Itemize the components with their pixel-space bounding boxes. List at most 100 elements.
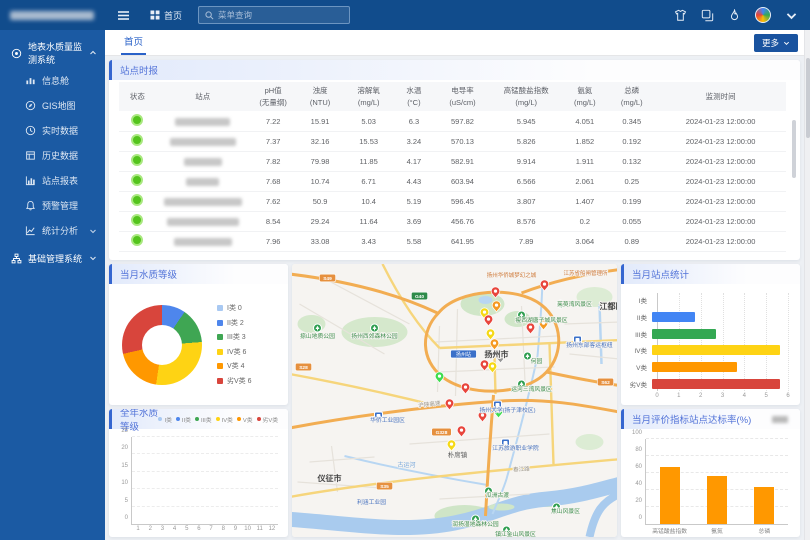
station-name-redacted	[184, 158, 222, 166]
layout-screens-icon[interactable]	[701, 9, 714, 22]
table-cell: 6.3	[394, 111, 434, 131]
chevron-down-icon	[89, 227, 97, 235]
legend-item[interactable]: IV类 6	[217, 347, 252, 357]
sidebar-item-历史数据[interactable]: 历史数据	[0, 143, 105, 168]
table-cell: 7.96	[250, 231, 297, 251]
compliance-corner-redacted	[772, 416, 788, 423]
sidebar-item-站点报表[interactable]: 站点报表	[0, 168, 105, 193]
map-label: 江都区	[600, 301, 618, 311]
topbar-actions	[674, 7, 798, 23]
sidebar-item-实时数据[interactable]: 实时数据	[0, 118, 105, 143]
app-root: 地表水质量监测系统信息舱 GIS地图实时数据历史数据站点报表预警管理统计分析基础管…	[0, 0, 810, 540]
legend-item[interactable]: III类 3	[217, 332, 252, 342]
status-dot	[131, 174, 143, 186]
table-scrollbar-thumb[interactable]	[792, 120, 796, 178]
map-label: 扬州大学(扬子津校区)	[479, 406, 535, 414]
right-column: 当月站点统计 0123456I类II类III类IV类V类劣V类 当月评价指标站点…	[621, 264, 800, 537]
user-avatar[interactable]	[755, 7, 771, 23]
main-pane: 首页	[105, 0, 810, 540]
legend-item[interactable]: 劣V类 6	[217, 376, 252, 386]
chevron-down-icon	[783, 40, 790, 47]
sidebar-group-label: 地表水质量监测系统	[28, 40, 89, 66]
search-input[interactable]	[218, 10, 343, 20]
sidebar-item-预警管理[interactable]: 预警管理	[0, 193, 105, 218]
legend-item[interactable]: V类	[237, 415, 253, 424]
table-cell: 5.945	[491, 111, 561, 131]
sidebar-item-信息舱[interactable]: 信息舱	[0, 68, 105, 93]
column-header-监测时间: 监测时间	[655, 82, 786, 111]
table-cell: 3.24	[394, 131, 434, 151]
table-cell: 603.94	[434, 171, 491, 191]
table-cell: 7.82	[250, 151, 297, 171]
sidebar-item-GIS地图[interactable]: GIS地图	[0, 93, 105, 118]
map-label: 润扬湿地森林公园	[452, 520, 499, 528]
app-logo-redacted	[10, 11, 94, 20]
table-cell: 8.576	[491, 211, 561, 231]
legend-item[interactable]: I类	[158, 415, 171, 424]
monthly-quality-donut: I类 0 II类 2 III类 3 IV类 6 V类 4 劣V类 6	[109, 284, 288, 405]
table-cell: 79.98	[297, 151, 344, 171]
nav-home[interactable]: 首页	[150, 9, 182, 22]
table-cell: 0.132	[608, 151, 655, 171]
hbar-row-I类: I类	[625, 293, 788, 307]
road-badge-G40: G40	[411, 292, 427, 300]
theme-shirt-icon[interactable]	[674, 9, 687, 22]
compliance-title: 当月评价指标站点达标率(%)	[632, 412, 751, 426]
hamburger-icon[interactable]	[117, 9, 130, 22]
compliance-chart: 020406080100高锰酸盐指数氨氮总磷	[645, 431, 788, 537]
legend-item[interactable]: I类 0	[217, 303, 252, 313]
map-label: 镇江金山风景区	[495, 530, 536, 537]
monthly-quality-panel: 当月水质等级 I类 0II类 2III类 3IV类 6V类 4劣V类 6	[109, 264, 288, 405]
table-cell: 596.45	[434, 191, 491, 211]
legend-item[interactable]: II类	[176, 415, 191, 424]
sidebar-item-label: 信息舱	[42, 74, 69, 87]
map-label: 扬州东部客运枢纽	[566, 341, 613, 349]
map-label: 扬州西郊森林公园	[351, 332, 398, 340]
table-row: 8.5429.2411.643.69456.768.5760.20.055202…	[119, 211, 786, 231]
legend-item[interactable]: 劣V类	[257, 415, 278, 424]
map[interactable]: G40S49S28S35S62G328 扬州站 扬州市仪征市江都区扬州西郊森林公…	[292, 264, 617, 537]
table-row: 7.9633.083.435.58641.957.893.0640.892024…	[119, 231, 786, 251]
table-cell: 597.82	[434, 111, 491, 131]
page-scrollbar-thumb[interactable]	[806, 58, 810, 138]
table-cell: 3.807	[491, 191, 561, 211]
compass-icon	[25, 100, 36, 111]
table-cell: 50.9	[297, 191, 344, 211]
station-report-title: 站点时报	[120, 63, 158, 77]
svg-text:G40: G40	[415, 294, 424, 300]
table-cell: 11.85	[344, 151, 394, 171]
table-cell: 8.54	[250, 211, 297, 231]
sidebar-group-基础管理系统[interactable]: 基础管理系统	[0, 243, 105, 273]
legend-item[interactable]: II类 2	[217, 318, 252, 328]
table-cell: 0.25	[608, 171, 655, 191]
status-dot	[131, 134, 143, 146]
map-label: 江苏旅游职业学院	[492, 444, 539, 452]
tab-home[interactable]: 首页	[121, 34, 146, 55]
table-row: 7.6810.746.714.43603.946.5662.0610.25202…	[119, 171, 786, 191]
station-name-redacted	[174, 238, 232, 246]
table-cell: 29.24	[297, 211, 344, 231]
table-cell: 2024-01-23 12:00:00	[655, 151, 786, 171]
table-cell: 1.407	[561, 191, 608, 211]
table-row: 7.6250.910.45.19596.453.8071.4070.199202…	[119, 191, 786, 211]
content: 站点时报 状态站点pH值(无量纲)浊度(NTU)溶解氧(mg/L)水温(°C)电…	[105, 56, 810, 540]
donut-legend: I类 0 II类 2 III类 3 IV类 6 V类 4 劣V类 6	[217, 303, 252, 386]
bottom-grid: 当月水质等级 I类 0II类 2III类 3IV类 6V类 4劣V类 6 全年水…	[109, 264, 800, 537]
topbar: 首页	[105, 0, 810, 30]
more-button[interactable]: 更多	[754, 34, 798, 52]
legend-item[interactable]: III类	[195, 415, 212, 424]
sidebar-group-地表水质量监测系统[interactable]: 地表水质量监测系统	[0, 38, 105, 68]
legend-item[interactable]: IV类	[216, 415, 233, 424]
legend-item[interactable]: V类 4	[217, 361, 252, 371]
table-row: 7.3732.1615.533.24570.135.8261.8520.1922…	[119, 131, 786, 151]
sidebar-item-统计分析[interactable]: 统计分析	[0, 218, 105, 243]
page-scrollbar[interactable]	[804, 30, 810, 540]
flame-icon[interactable]	[728, 9, 741, 22]
grid-icon	[150, 10, 160, 20]
table-cell: 9.914	[491, 151, 561, 171]
map-label: 江苏省船闸管理所	[563, 269, 608, 277]
svg-text:G328: G328	[436, 430, 448, 436]
user-menu-chevron-icon[interactable]	[785, 9, 798, 22]
hbar-row-III类: III类	[625, 327, 788, 341]
road-badge-G328: G328	[432, 428, 452, 436]
